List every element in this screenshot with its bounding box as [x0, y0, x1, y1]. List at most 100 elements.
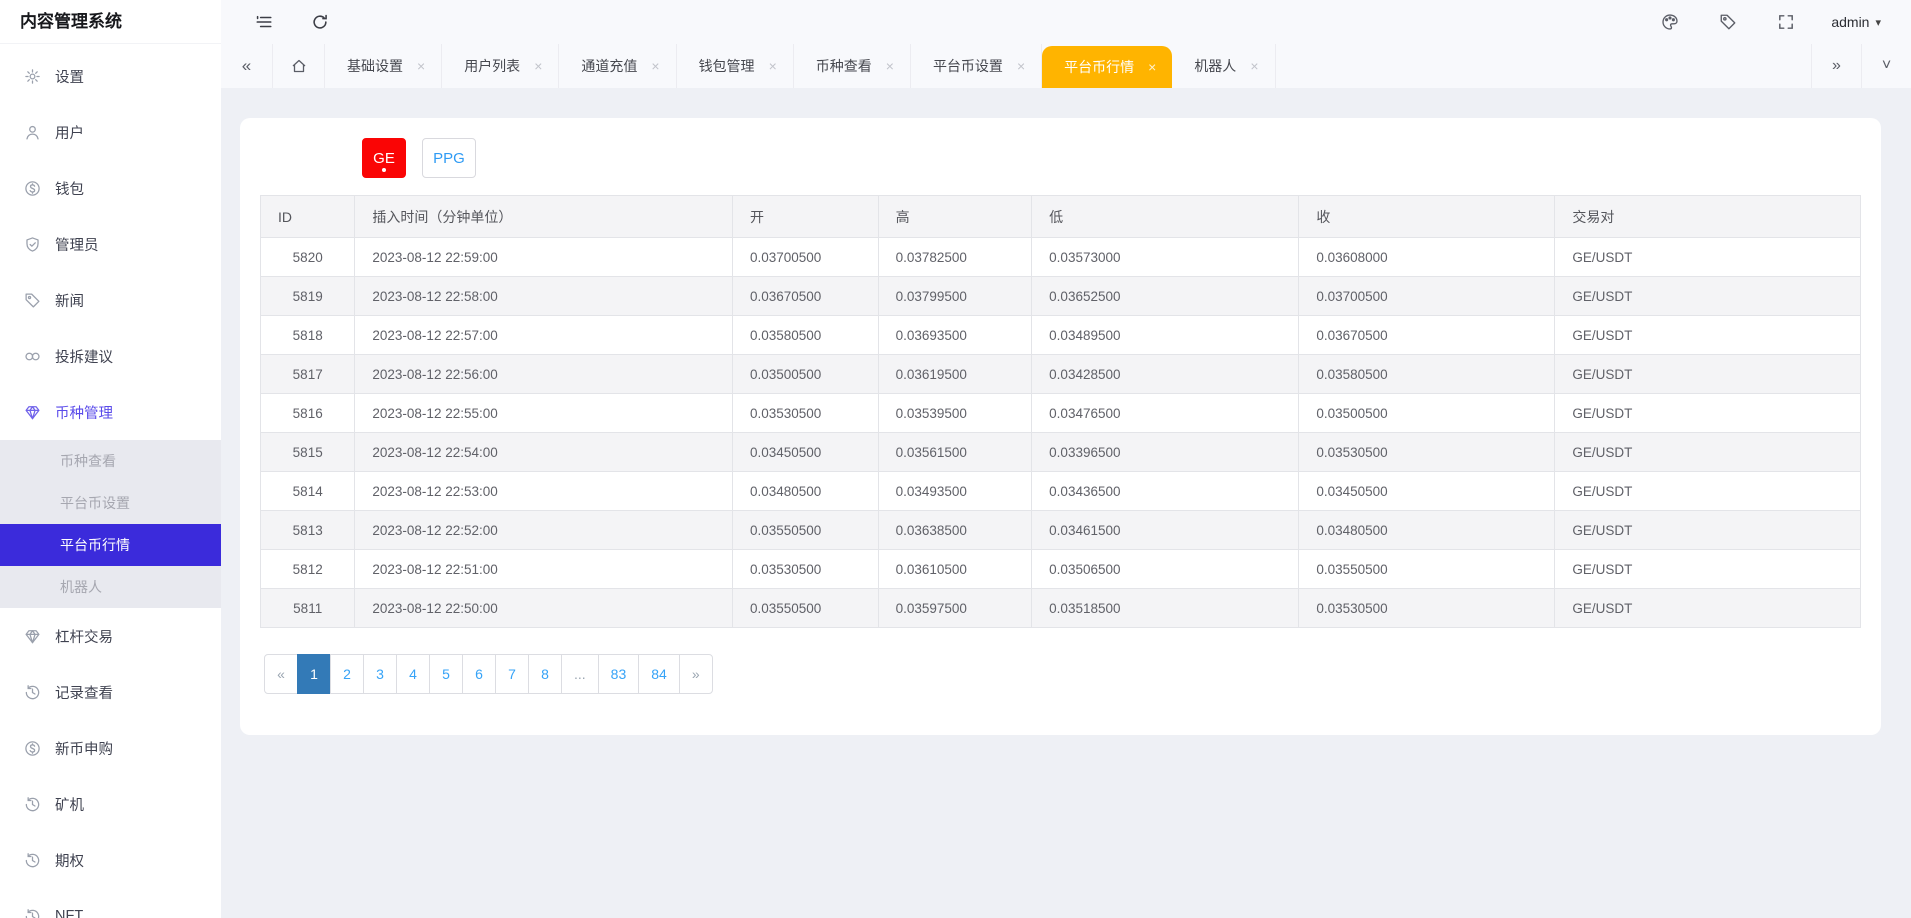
tabbar-right-controls: » ˅	[1811, 44, 1911, 88]
fullscreen-icon[interactable]	[1777, 13, 1795, 31]
username: admin	[1831, 14, 1869, 30]
app-root: 内容管理系统 设置 用户 钱包 管理员 新闻	[0, 0, 1911, 918]
quotes-table: ID 插入时间（分钟单位） 开 高 低 收 交易对 58202023-08-12…	[260, 195, 1861, 628]
refresh-icon[interactable]	[311, 13, 329, 31]
sidebar-item-admins[interactable]: 管理员	[0, 216, 221, 272]
col-header-insert-time: 插入时间（分钟单位）	[355, 196, 733, 238]
close-icon[interactable]: ×	[417, 58, 425, 74]
sidebar-item-leverage-trading[interactable]: 杠杆交易	[0, 608, 221, 664]
sidebar-subitem-robot[interactable]: 机器人	[0, 566, 221, 608]
coin-button-ppg[interactable]: PPG	[422, 138, 476, 178]
tab-robot[interactable]: 机器人×	[1172, 44, 1275, 88]
sidebar: 内容管理系统 设置 用户 钱包 管理员 新闻	[0, 0, 221, 918]
sidebar-item-label: 期权	[55, 850, 84, 871]
pagination-page-1[interactable]: 1	[298, 654, 331, 694]
table-row: 58122023-08-12 22:51:000.035305000.03610…	[261, 550, 1861, 589]
pagination-page-7[interactable]: 7	[496, 654, 529, 694]
sidebar-subitem-coin-view[interactable]: 币种查看	[0, 440, 221, 482]
close-icon[interactable]: ×	[651, 58, 659, 74]
table-row: 58112023-08-12 22:50:000.035505000.03597…	[261, 589, 1861, 628]
col-header-open: 开	[732, 196, 878, 238]
caret-down-icon: ▾	[1875, 16, 1881, 29]
table-row: 58152023-08-12 22:54:000.034505000.03561…	[261, 433, 1861, 472]
col-header-low: 低	[1032, 196, 1299, 238]
sidebar-item-label: 钱包	[55, 178, 84, 199]
tabs: 基础设置× 用户列表× 通道充值× 钱包管理× 币种查看× 平台币设置× 平台币…	[325, 44, 1276, 88]
tabs-scroll-right-icon[interactable]: »	[1811, 44, 1861, 88]
history-icon	[24, 684, 41, 701]
pagination: « 1 2 3 4 5 6 7 8 ... 83 84 »	[264, 654, 713, 694]
tab-platform-coin-settings[interactable]: 平台币设置×	[911, 44, 1042, 88]
col-header-id: ID	[261, 196, 355, 238]
topbar-right: admin ▾	[1621, 13, 1881, 31]
tab-channel-recharge[interactable]: 通道充值×	[559, 44, 676, 88]
close-icon[interactable]: ×	[534, 58, 542, 74]
pagination-ellipsis: ...	[562, 654, 599, 694]
tab-bar: « 基础设置× 用户列表× 通道充值× 钱包管理× 币种查看× 平台币设置× 平…	[221, 44, 1911, 88]
sidebar-item-label: 投拆建议	[55, 346, 113, 367]
close-icon[interactable]: ×	[1148, 59, 1156, 75]
table-header-row: ID 插入时间（分钟单位） 开 高 低 收 交易对	[261, 196, 1861, 238]
home-icon[interactable]	[273, 44, 325, 88]
shield-check-icon	[24, 236, 41, 253]
col-header-high: 高	[878, 196, 1032, 238]
pagination-page-8[interactable]: 8	[529, 654, 562, 694]
sidebar-item-mining-machine[interactable]: 矿机	[0, 776, 221, 832]
gem-icon	[24, 404, 41, 421]
sidebar-item-records[interactable]: 记录查看	[0, 664, 221, 720]
gem-icon	[24, 628, 41, 645]
sidebar-item-label: 币种管理	[55, 402, 113, 423]
sidebar-item-label: 记录查看	[55, 682, 113, 703]
menu-fold-icon[interactable]	[255, 13, 273, 31]
sidebar-item-settings[interactable]: 设置	[0, 48, 221, 104]
close-icon[interactable]: ×	[1017, 58, 1025, 74]
sidebar-item-new-coin-subscription[interactable]: 新币申购	[0, 720, 221, 776]
table-row: 58162023-08-12 22:55:000.035305000.03539…	[261, 394, 1861, 433]
sidebar-item-wallet[interactable]: 钱包	[0, 160, 221, 216]
coin-management-submenu: 币种查看 平台币设置 平台币行情 机器人	[0, 440, 221, 608]
sidebar-menu: 设置 用户 钱包 管理员 新闻 投拆建议	[0, 44, 221, 918]
sidebar-item-news[interactable]: 新闻	[0, 272, 221, 328]
tab-user-list[interactable]: 用户列表×	[442, 44, 559, 88]
pagination-next[interactable]: »	[680, 654, 713, 694]
tag-icon	[24, 292, 41, 309]
content-area: GE PPG ID 插入时间（分钟单位） 开 高 低	[221, 88, 1911, 918]
coin-button-ge[interactable]: GE	[362, 138, 406, 178]
history-icon	[24, 796, 41, 813]
sidebar-item-coin-management[interactable]: 币种管理	[0, 384, 221, 440]
tab-basic-settings[interactable]: 基础设置×	[325, 44, 442, 88]
pagination-page-83[interactable]: 83	[599, 654, 640, 694]
sidebar-item-nft[interactable]: NFT	[0, 888, 221, 918]
table-row: 58132023-08-12 22:52:000.035505000.03638…	[261, 511, 1861, 550]
sidebar-item-label: 管理员	[55, 234, 99, 255]
palette-icon[interactable]	[1661, 13, 1679, 31]
sidebar-item-label: 矿机	[55, 794, 84, 815]
pagination-prev[interactable]: «	[264, 654, 298, 694]
tab-platform-coin-quotes[interactable]: 平台币行情×	[1042, 46, 1172, 88]
pagination-page-6[interactable]: 6	[463, 654, 496, 694]
sidebar-subitem-platform-coin-quotes[interactable]: 平台币行情	[0, 524, 221, 566]
close-icon[interactable]: ×	[769, 58, 777, 74]
close-icon[interactable]: ×	[886, 58, 894, 74]
pagination-page-2[interactable]: 2	[331, 654, 364, 694]
close-icon[interactable]: ×	[1250, 58, 1258, 74]
link-icon	[24, 348, 41, 365]
tabs-dropdown-icon[interactable]: ˅	[1861, 44, 1911, 88]
pagination-page-5[interactable]: 5	[430, 654, 463, 694]
pagination-page-4[interactable]: 4	[397, 654, 430, 694]
table-row: 58202023-08-12 22:59:000.037005000.03782…	[261, 238, 1861, 277]
tab-coin-view[interactable]: 币种查看×	[794, 44, 911, 88]
quotes-card: GE PPG ID 插入时间（分钟单位） 开 高 低	[240, 118, 1881, 735]
tag-icon[interactable]	[1719, 13, 1737, 31]
pagination-page-84[interactable]: 84	[639, 654, 680, 694]
tab-wallet-management[interactable]: 钱包管理×	[677, 44, 794, 88]
col-header-close: 收	[1299, 196, 1555, 238]
sidebar-item-feedback[interactable]: 投拆建议	[0, 328, 221, 384]
user-menu[interactable]: admin ▾	[1831, 14, 1881, 30]
sidebar-subitem-platform-coin-settings[interactable]: 平台币设置	[0, 482, 221, 524]
user-icon	[24, 124, 41, 141]
sidebar-item-options[interactable]: 期权	[0, 832, 221, 888]
pagination-page-3[interactable]: 3	[364, 654, 397, 694]
sidebar-item-users[interactable]: 用户	[0, 104, 221, 160]
tabs-scroll-left-icon[interactable]: «	[221, 44, 273, 88]
